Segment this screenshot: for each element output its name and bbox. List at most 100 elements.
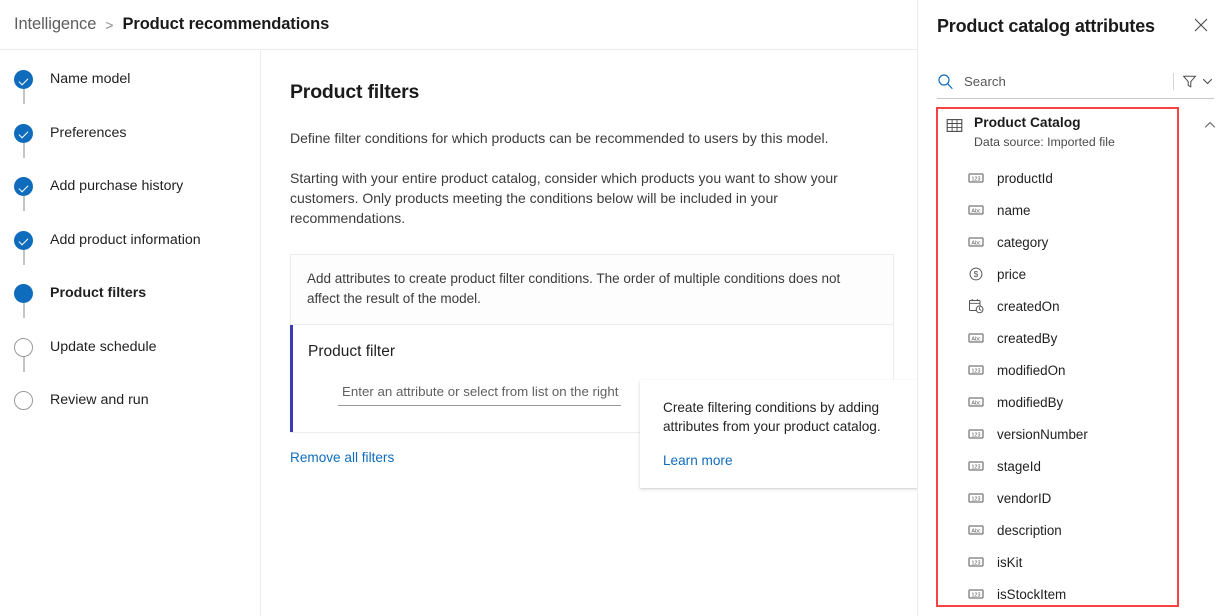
attribute-name: stageId [997,459,1041,474]
filter-card-accent-bar [290,325,293,432]
attribute-name: isStockItem [997,587,1066,602]
svg-text:Abc: Abc [971,208,981,214]
remove-all-filters-link[interactable]: Remove all filters [290,450,394,465]
attribute-list-item[interactable]: Abc createdBy [918,322,1228,354]
search-icon [937,73,954,90]
number-type-icon: 123 [968,362,984,378]
attribute-list-item[interactable]: 123 isStockItem [918,578,1228,610]
app-root: Intelligence > Product recommendations N… [0,0,1228,616]
attribute-list-item[interactable]: 123versionNumber [918,418,1228,450]
step-pending-circle-icon [14,391,33,410]
wizard-step-add-purchase-history[interactable]: Add purchase history [0,158,260,212]
svg-text:123: 123 [972,496,981,502]
datetime-type-icon [968,298,984,314]
svg-text:123: 123 [972,432,981,438]
panel-title: Product catalog attributes [937,16,1155,37]
text-type-icon: Abc [968,330,984,346]
wizard-step-preferences[interactable]: Preferences [0,105,260,159]
wizard-step-label: Add product information [50,231,201,250]
number-type-icon: 123 [968,490,984,506]
svg-text:123: 123 [972,176,981,182]
attribute-name: createdBy [997,331,1057,346]
svg-text:123: 123 [972,592,981,598]
attribute-list-item[interactable]: Abcname [918,194,1228,226]
wizard-step-add-product-information[interactable]: Add product information [0,212,260,266]
wizard-step-label: Add purchase history [50,177,183,196]
wizard-step-name-model[interactable]: Name model [0,51,260,105]
search-input[interactable] [964,74,1169,89]
svg-text:123: 123 [972,560,981,566]
svg-text:Abc: Abc [971,400,981,406]
wizard-steps-rail: Name model Preferences Add purchase histor… [0,51,261,616]
number-type-icon: 123 [968,426,984,442]
callout-text: Create filtering conditions by adding at… [663,398,918,436]
breadcrumb-parent[interactable]: Intelligence [14,15,96,34]
step-complete-check-icon [14,70,33,89]
svg-text:123: 123 [972,464,981,470]
step-complete-check-icon [14,124,33,143]
step-pending-circle-icon [14,338,33,357]
wizard-step-update-schedule[interactable]: Update schedule [0,319,260,373]
filter-funnel-icon[interactable] [1182,74,1197,89]
svg-text:Abc: Abc [971,528,981,534]
wizard-step-label: Product filters [50,284,146,303]
text-type-icon: Abc [968,394,984,410]
chevron-up-icon[interactable] [1202,117,1218,133]
attribute-name: category [997,235,1048,250]
step-active-dot-icon [14,284,33,303]
product-filter-title: Product filter [308,343,875,361]
wizard-step-review-and-run[interactable]: Review and run [0,372,260,426]
currency-type-icon: $ [968,266,984,282]
wizard-step-product-filters[interactable]: Product filters [0,265,260,319]
filter-info-text: Add attributes to create product filter … [307,269,875,309]
attribute-list-item[interactable]: createdOn [918,290,1228,322]
filter-chevron-down-icon[interactable] [1201,75,1214,88]
attribute-list-item[interactable]: 123 isKit [918,546,1228,578]
catalog-group-name: Product Catalog [974,115,1115,130]
attribute-input[interactable] [338,384,621,406]
attribute-search-row [937,69,1214,99]
attribute-list-item[interactable]: 123 vendorID [918,482,1228,514]
attribute-list-item[interactable]: Abcdescription [918,514,1228,546]
attribute-name: vendorID [997,491,1051,506]
learn-more-link[interactable]: Learn more [663,453,733,468]
wizard-step-connector [23,89,25,104]
wizard-step-marker [14,177,33,196]
intro-paragraph-1: Define filter conditions for which produ… [290,128,880,148]
attribute-name: isKit [997,555,1022,570]
wizard-step-label: Review and run [50,391,149,410]
attribute-input-wrapper [338,383,621,406]
wizard-step-connector [23,250,25,265]
catalog-group-header[interactable]: Product Catalog Data source: Imported fi… [918,115,1228,149]
attribute-name: createdOn [997,299,1060,314]
attribute-list-item[interactable]: Abc modifiedBy [918,386,1228,418]
wizard-step-connector [23,303,25,318]
search-divider [1173,73,1174,90]
teaching-callout: Create filtering conditions by adding at… [640,380,940,488]
attribute-list: 123productIdAbcnameAbccategory$pricecrea… [918,162,1228,610]
filter-info-card: Add attributes to create product filter … [290,254,894,324]
wizard-step-marker [14,391,33,410]
attribute-list-item[interactable]: 123 modifiedOn [918,354,1228,386]
attribute-list-item[interactable]: $ price [918,258,1228,290]
text-type-icon: Abc [968,522,984,538]
svg-text:Abc: Abc [971,336,981,342]
attribute-list-item[interactable]: 123productId [918,162,1228,194]
number-type-icon: 123 [968,170,984,186]
wizard-step-label: Preferences [50,124,127,143]
attribute-name: modifiedBy [997,395,1063,410]
wizard-step-connector [23,196,25,211]
number-type-icon: 123 [968,458,984,474]
main-content: Product filters Define filter conditions… [261,51,917,616]
attribute-list-item[interactable]: 123 stageId [918,450,1228,482]
wizard-step-connector [23,357,25,372]
svg-text:Abc: Abc [971,240,981,246]
catalog-group-text: Product Catalog Data source: Imported fi… [974,115,1115,149]
breadcrumb: Intelligence > Product recommendations [0,0,917,50]
attribute-name: modifiedOn [997,363,1065,378]
close-icon[interactable] [1186,10,1216,40]
svg-text:$: $ [974,269,979,279]
attribute-name: price [997,267,1026,282]
page-title: Product filters [290,81,917,104]
attribute-list-item[interactable]: Abc category [918,226,1228,258]
